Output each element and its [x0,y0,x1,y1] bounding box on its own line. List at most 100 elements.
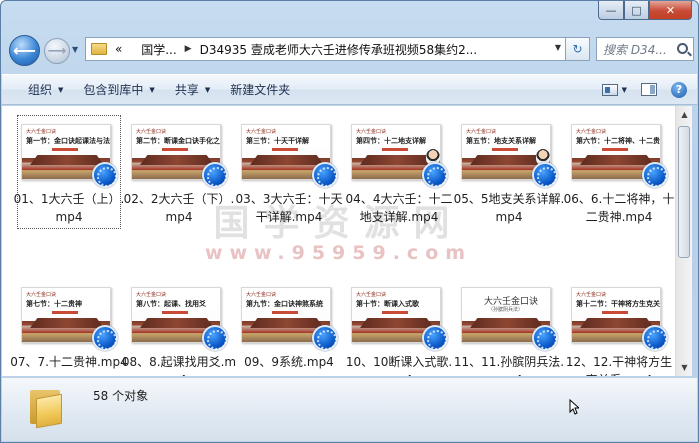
folder-icon [30,386,62,429]
arrow-right-icon: ⟶ [47,43,67,59]
file-item[interactable]: 大六壬金口诀（孙膑阴兵法）11、11.孙膑阴兵法.mp4 [450,275,564,376]
file-item[interactable]: 大六壬金口诀第八节：起课、找用爻 08、8.起课找用爻.mp4 [120,275,236,376]
details-pane: 58 个对象 [2,377,697,441]
include-in-library-button[interactable]: 包含到库中 ▼ [73,75,164,104]
thumbnail-title: 大六壬金口诀 [26,292,57,298]
change-view-icon[interactable] [601,83,618,96]
video-player-icon [642,162,668,188]
thumbnail-title: 大六壬金口诀 [136,129,167,135]
search-icon [677,43,688,54]
file-name: 06、6.十二将神，十二贵神.mp4 [563,192,675,224]
thumbnail-title: 大六壬金口诀 [136,292,167,298]
thumbnail-subtitle: 第二节：断课金口诀手化之五运 [136,137,220,145]
video-player-icon [92,325,118,351]
chevron-down-icon: ▼ [204,85,211,94]
chevron-down-icon[interactable]: ▼ [555,43,561,52]
thumbnail-title: 大六壬金口诀 [246,129,277,135]
file-item[interactable]: 大六壬金口诀第二节：断课金口诀手化之五运 02、2大六壬（下）.mp4 [120,112,234,232]
thumbnail-title: 大六壬金口诀 [466,129,497,135]
breadcrumb: « 国学... ▶ D34935 壹成老师大六壬进修传承班视频58集约2... [115,41,477,58]
breadcrumb-separator-icon[interactable] [130,44,133,54]
file-item[interactable]: 大六壬金口诀第九节：金口诀神煞系统 09、9系统.mp4 [230,275,340,376]
preview-pane-icon[interactable] [641,83,657,96]
file-name: 10、10断课入式歌.mp4 [345,355,453,376]
help-icon[interactable]: ? [671,81,687,98]
thumbnail-subtitle: 第七节：十二贵神 [26,300,82,308]
minimize-button[interactable]: — [598,1,624,20]
arrow-left-icon: ⟵ [13,41,36,60]
thumbnail-subtitle: 第三节：十天干详解 [246,137,309,145]
share-button[interactable]: 共享 ▼ [165,75,220,104]
refresh-button[interactable]: ↻ [566,37,590,61]
file-name: 05、5地支关系详解.mp4 [453,192,565,224]
file-item[interactable]: 大六壬金口诀第一节：金口诀起课法与法术知识 01、1大六壬（上）.mp4 [10,112,124,232]
vertical-scrollbar[interactable]: ▲ ▼ [675,106,692,376]
video-player-icon [92,162,118,188]
scroll-thumb[interactable] [678,126,690,258]
command-bar: 组织 ▼ 包含到库中 ▼ 共享 ▼ 新建文件夹 ▼ ? [2,74,697,105]
scroll-up-icon[interactable]: ▲ [676,106,693,123]
file-name: 07、7.十二贵神.mp4 [10,355,128,369]
file-item[interactable]: 大六壬金口诀第三节：十天干详解 03、3大六壬：十天干详解.mp4 [230,112,342,232]
recent-pages-dropdown[interactable]: ▼ [72,45,82,57]
thumbnail-subtitle: 第一节：金口诀起课法与法术知识 [26,137,110,145]
share-label: 共享 [174,83,199,97]
video-player-icon [202,325,228,351]
thumbnail-subtitle: 第八节：起课、找用爻 [136,300,206,308]
chevron-down-icon: ▼ [58,85,64,94]
chevron-right-icon[interactable]: ▶ [185,44,192,54]
file-item[interactable]: 大六壬金口诀第十二节：干神将方生克关系 12、12.干神将方生克关系.mp4 [560,275,672,376]
thumbnail-title: 大六壬金口诀 [576,292,607,298]
mouse-cursor-icon [569,399,579,415]
file-name: 11、11.孙膑阴兵法.mp4 [453,355,565,376]
new-folder-label: 新建文件夹 [230,83,291,97]
thumbnail-subtitle: 第十节：断课入式歌 [356,300,419,308]
chevron-down-icon[interactable]: ▼ [622,86,627,94]
thumbnail-subtitle: 第五节：地支关系详解 [466,137,536,145]
thumbnail-subtitle: 第六节：十二将神、十二贵神 [576,137,661,145]
organize-label: 组织 [28,83,53,97]
search-input[interactable]: 搜索 D34... [596,37,694,61]
close-button[interactable]: ✕ [649,1,692,20]
file-name: 09、9系统.mp4 [244,355,334,369]
item-count: 58 个对象 [93,389,149,403]
file-list[interactable]: 国学资源网 www.95959.com 大六壬金口诀第一节：金口诀起课法与法术知… [2,106,675,376]
video-player-icon [532,162,558,188]
back-button[interactable]: ⟵ [9,35,40,66]
organize-button[interactable]: 组织 ▼ [18,75,73,104]
file-item[interactable]: 大六壬金口诀第五节：地支关系详解 05、5地支关系详解.mp4 [450,112,564,232]
include-in-library-label: 包含到库中 [83,83,144,97]
video-player-icon [532,325,558,351]
thumbnail-title: 大六壬金口诀 [26,129,57,135]
file-name: 04、4大六壬：十二地支详解.mp4 [345,192,453,224]
watermark-url: www.95959.com [204,242,473,264]
breadcrumb-overflow[interactable]: « [115,42,122,56]
new-folder-button[interactable]: 新建文件夹 [220,75,300,104]
address-bar[interactable]: « 国学... ▶ D34935 壹成老师大六壬进修传承班视频58集约2... … [85,37,566,61]
file-item[interactable]: 大六壬金口诀 第六节：十二将神、十二贵神 06、6.十二将神，十二贵神.mp4 [560,112,674,232]
file-name: 08、8.起课找用爻.mp4 [121,355,237,376]
scroll-down-icon[interactable]: ▼ [676,359,693,376]
thumbnail-title: 大六壬金口诀 [356,292,387,298]
refresh-icon: ↻ [572,42,583,56]
video-player-icon [422,325,448,351]
search-placeholder: 搜索 D34... [603,42,667,57]
file-name: 03、3大六壬：十天干详解.mp4 [235,192,343,224]
file-name: 12、12.干神将方生克关系.mp4 [565,355,673,376]
file-item[interactable]: 大六壬金口诀第七节：十二贵神 07、7.十二贵神.mp4 [10,275,128,376]
navigation-bar: ⟵ ⟶ ▼ « 国学... ▶ D34935 壹成老师大六壬进修传承班视频58集… [7,33,694,67]
maximize-button[interactable]: □ [624,1,649,20]
breadcrumb-item[interactable]: D34935 壹成老师大六壬进修传承班视频58集约2... [200,41,478,58]
thumbnail-title: 大六壬金口诀 [246,292,277,298]
video-player-icon [312,325,338,351]
thumbnail-subtitle: 第九节：金口诀神煞系统 [246,300,323,308]
file-item[interactable]: 大六壬金口诀 第四节：十二地支详解 04、4大六壬：十二地支详解.mp4 [340,112,452,232]
file-item[interactable]: 大六壬金口诀第十节：断课入式歌 10、10断课入式歌.mp4 [340,275,452,376]
file-name: 01、1大六壬（上）.mp4 [13,192,125,224]
explorer-window: — □ ✕ ⟵ ⟶ ▼ « 国学... ▶ D34935 壹成老师大六壬进修传承… [0,0,699,443]
breadcrumb-item[interactable]: 国学... [141,41,176,58]
caption-buttons: — □ ✕ [598,1,692,20]
video-player-icon [312,162,338,188]
thumbnail-subtitle: 第四节：十二地支详解 [356,137,426,145]
forward-button[interactable]: ⟶ [44,38,70,64]
